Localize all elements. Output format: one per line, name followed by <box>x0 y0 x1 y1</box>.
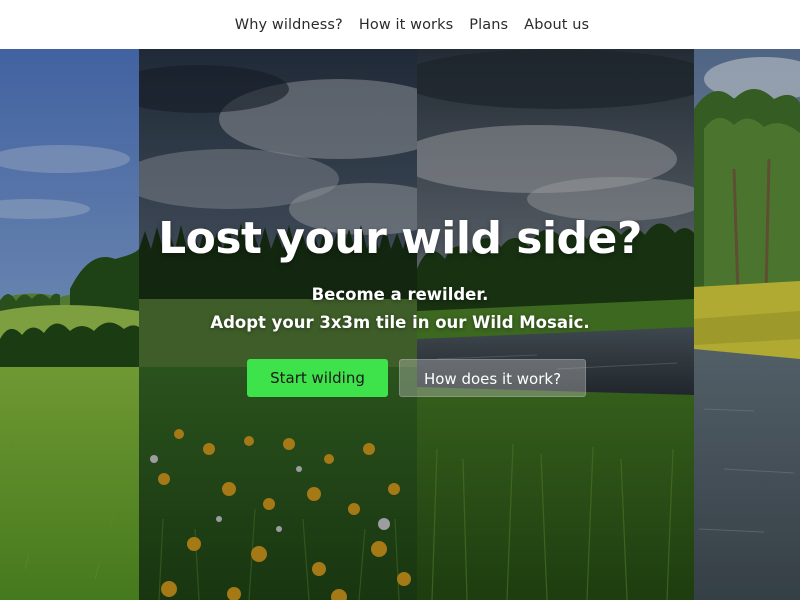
hero-subline-2: Adopt your 3x3m tile in our Wild Mosaic. <box>210 313 590 332</box>
hero-subline-1: Become a rewilder. <box>311 285 489 304</box>
nav-link-about-us[interactable]: About us <box>524 17 589 33</box>
how-does-it-work-button[interactable]: How does it work? <box>399 359 586 397</box>
nav-link-how-it-works[interactable]: How it works <box>359 17 453 33</box>
main-nav: Why wildness? How it works Plans About u… <box>0 0 800 49</box>
nav-link-plans[interactable]: Plans <box>469 17 508 33</box>
start-wilding-button[interactable]: Start wilding <box>247 359 388 397</box>
hero-headline: Lost your wild side? <box>158 213 642 264</box>
nav-link-why-wildness[interactable]: Why wildness? <box>235 17 343 33</box>
site-header: Why wildness? How it works Plans About u… <box>0 0 800 49</box>
landing-page: Why wildness? How it works Plans About u… <box>0 0 800 600</box>
hero-section: Lost your wild side? Become a rewilder. … <box>0 49 800 600</box>
